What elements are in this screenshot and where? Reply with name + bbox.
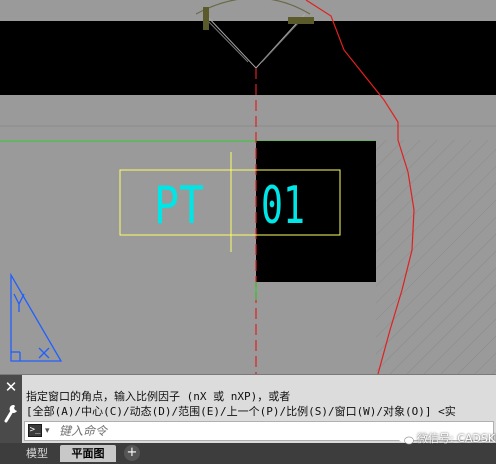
label-text-01: 01	[261, 176, 305, 236]
wall-band-top	[0, 21, 496, 95]
door-stop-right	[288, 17, 314, 24]
command-input[interactable]	[59, 423, 359, 439]
chevron-down-icon[interactable]: ▾	[45, 424, 50, 438]
wrench-icon[interactable]	[3, 403, 19, 425]
label-text-pt: PT	[154, 176, 204, 236]
door-stop-left	[203, 7, 209, 30]
hatch-area	[376, 140, 496, 374]
command-line-handle[interactable]: ✕	[0, 375, 22, 444]
watermark-text: 微信号: CADSKILL	[417, 432, 496, 445]
watermark: 微信号: CADSKILL	[398, 430, 496, 448]
command-history-line-2: [全部(A)/中心(C)/动态(D)/范围(E)/上一个(P)/比例(S)/窗口…	[26, 405, 456, 418]
wechat-icon	[398, 433, 414, 445]
drawing-viewport[interactable]: PT 01	[0, 0, 496, 374]
close-icon[interactable]: ✕	[3, 379, 19, 395]
tab-floor-plan[interactable]: 平面图	[60, 445, 116, 462]
command-history-line-1: 指定窗口的角点，输入比例因子 (nX 或 nXP)，或者	[26, 390, 291, 403]
drawing-canvas[interactable]: PT 01	[0, 0, 496, 374]
tab-model[interactable]: 模型	[16, 445, 58, 462]
add-layout-button[interactable]: +	[124, 445, 140, 461]
command-prompt-icon[interactable]: >_	[28, 424, 42, 437]
